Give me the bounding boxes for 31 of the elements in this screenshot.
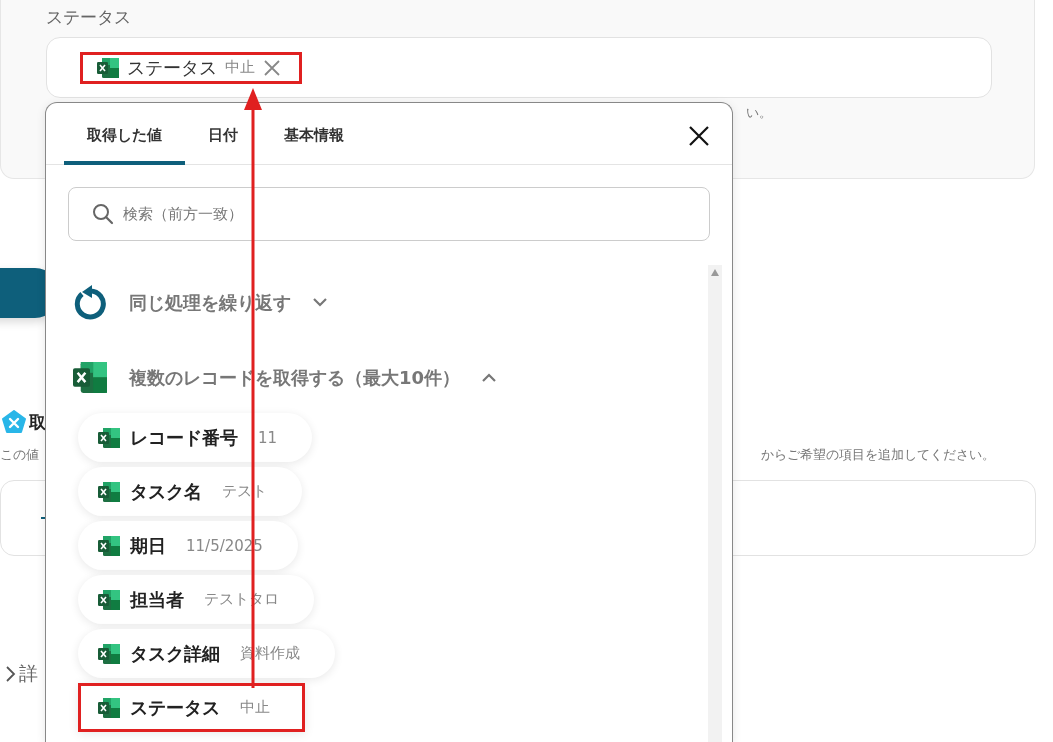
field-label: ステータス: [46, 6, 131, 29]
spreadsheet-icon: [98, 427, 120, 448]
pentagon-x-icon: [2, 410, 26, 434]
chip-label: ステータス: [127, 55, 217, 80]
search-icon: [92, 203, 114, 225]
refresh-icon: [73, 284, 107, 321]
chip-value: 中止: [225, 58, 255, 77]
details-toggle[interactable]: 詳: [19, 661, 38, 687]
tab[interactable]: 基本情報: [261, 126, 367, 165]
spreadsheet-icon: [98, 481, 120, 502]
spreadsheet-icon: [97, 57, 119, 78]
spreadsheet-icon: [98, 535, 120, 556]
scrollbar[interactable]: [708, 265, 722, 742]
scroll-up-icon[interactable]: [711, 269, 719, 276]
tab[interactable]: 取得した値: [64, 126, 185, 165]
value-chip[interactable]: ステータス 中止: [83, 54, 285, 81]
value-chip[interactable]: タスク名 テスト: [78, 467, 302, 516]
spreadsheet-icon: [73, 362, 107, 393]
spreadsheet-icon: [98, 697, 120, 718]
hint-text: この値: [0, 446, 39, 464]
hint-text: い。: [746, 104, 772, 122]
spreadsheet-icon: [98, 643, 120, 664]
status-field[interactable]: ステータス 中止: [46, 37, 992, 98]
chevron-right-icon[interactable]: [4, 665, 16, 683]
search-field[interactable]: 検索（前方一致）: [68, 187, 710, 241]
tab[interactable]: 日付: [185, 126, 261, 165]
close-icon[interactable]: [688, 125, 710, 147]
spreadsheet-icon: [98, 589, 120, 610]
section-title: 取: [29, 410, 46, 434]
hint-text: からご希望の項目を追加してください。: [761, 446, 995, 464]
value-chip[interactable]: ステータス 中止: [78, 683, 305, 732]
